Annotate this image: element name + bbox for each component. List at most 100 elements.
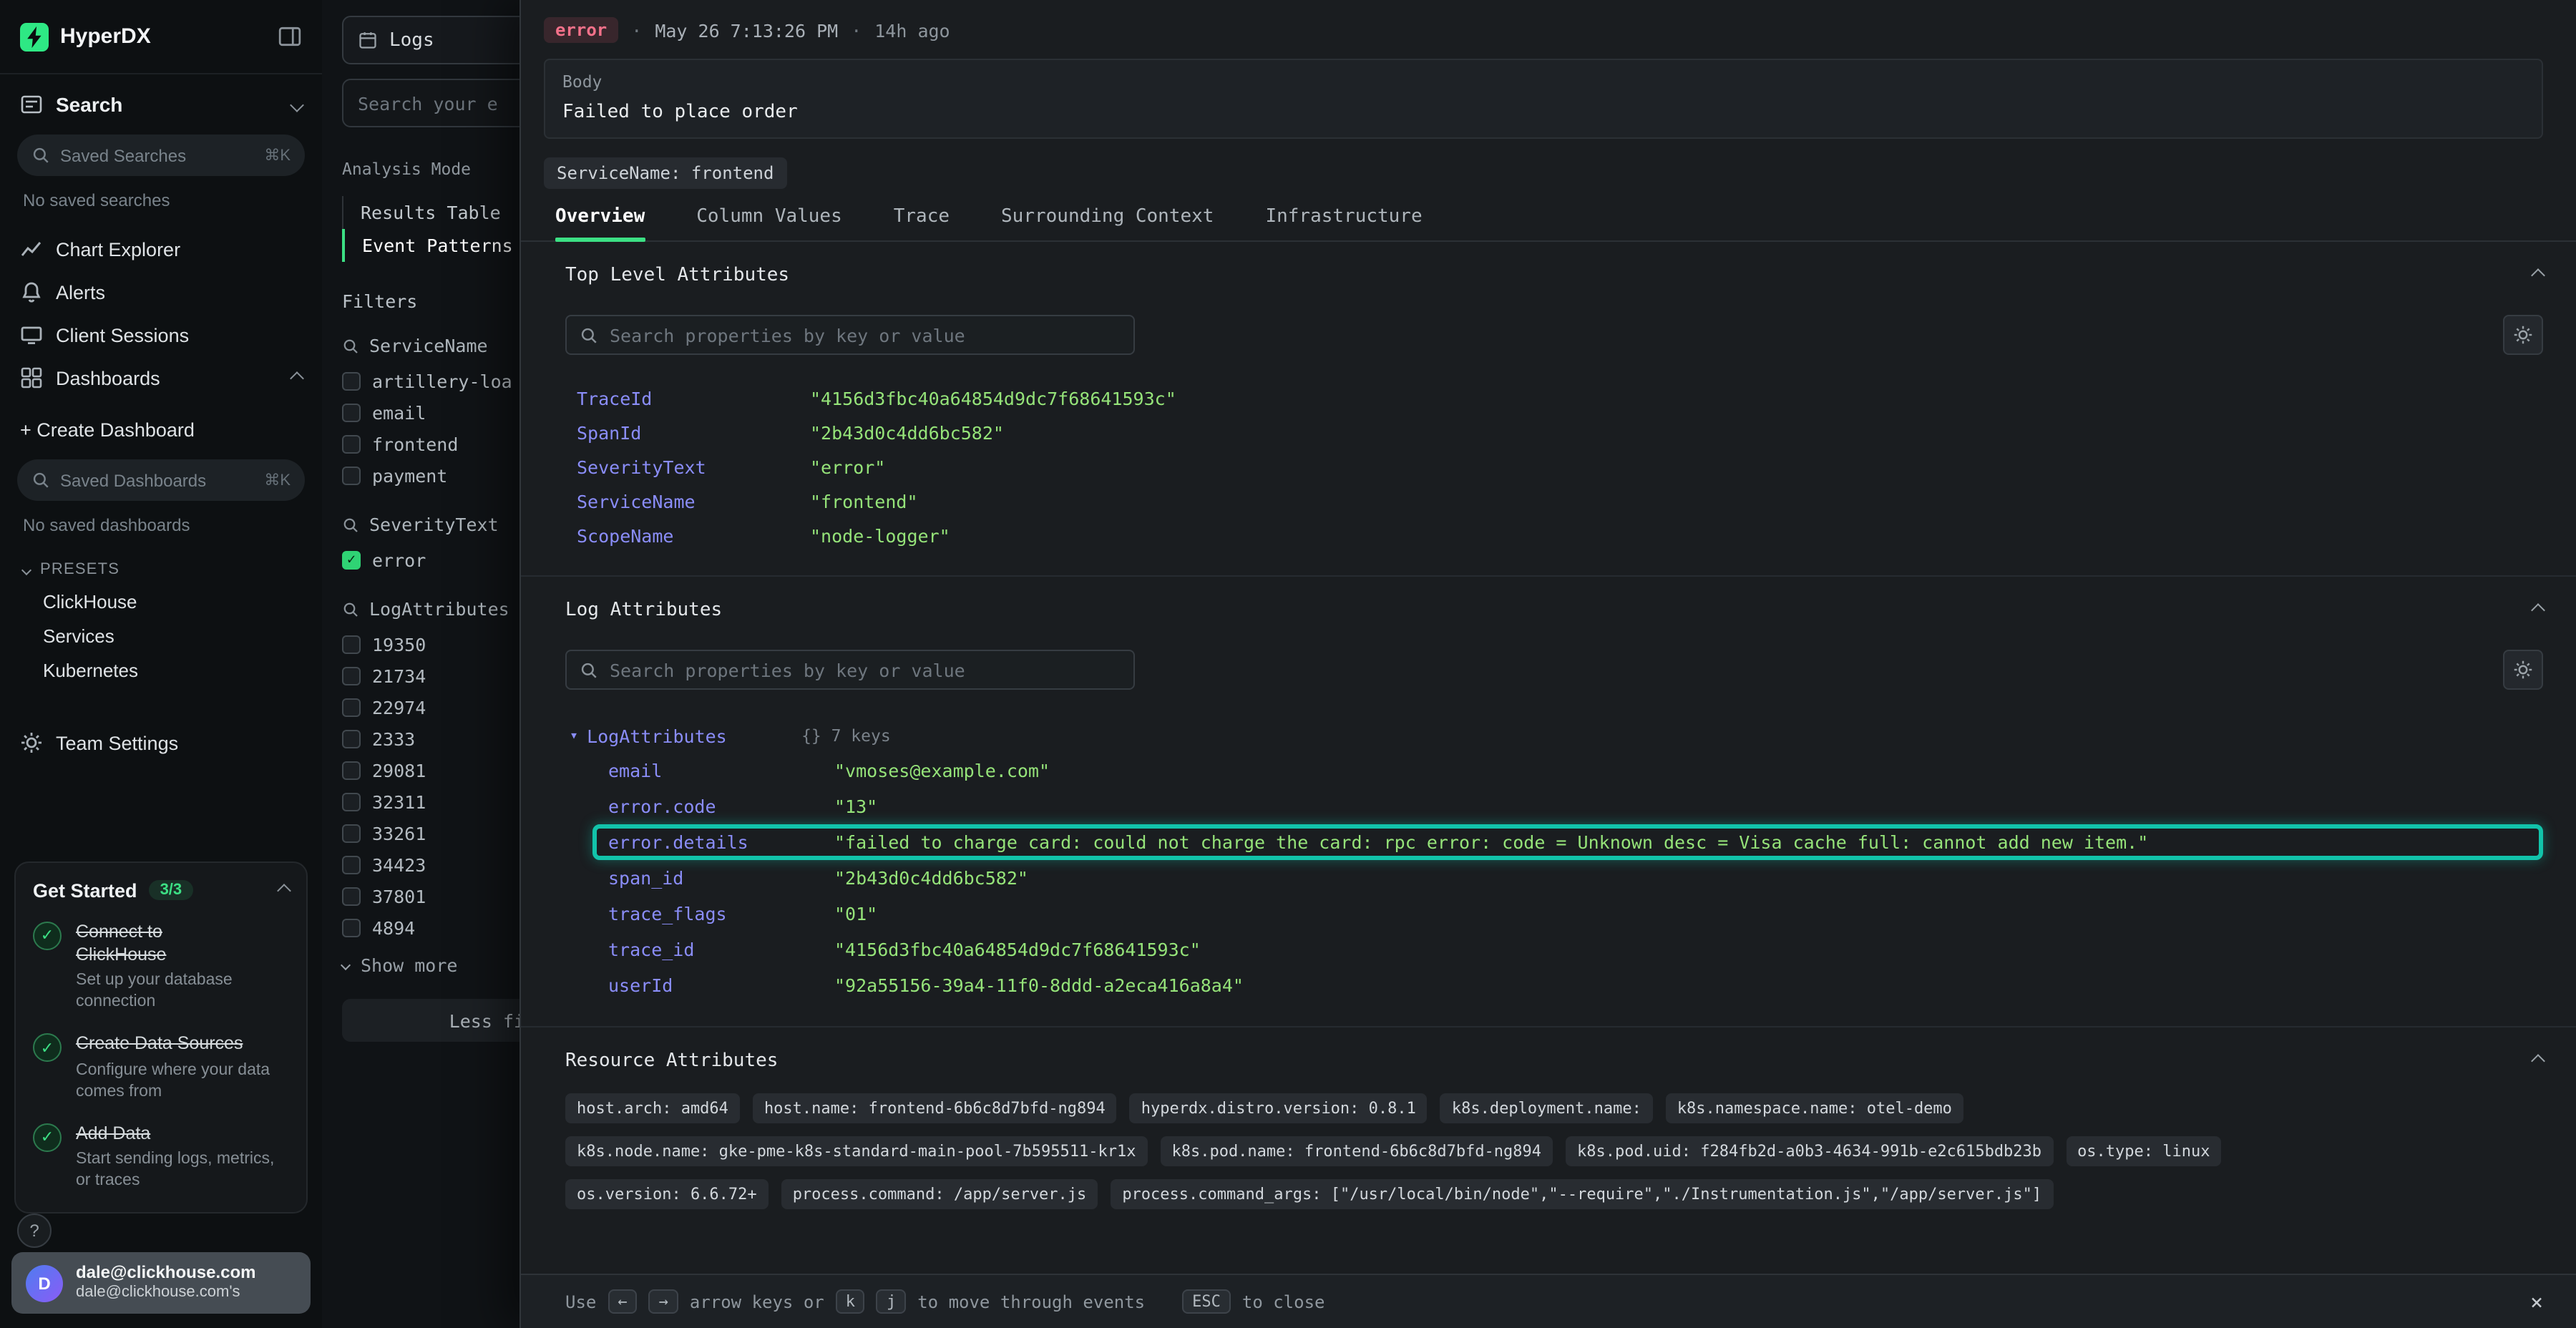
- create-dashboard-button[interactable]: + Create Dashboard: [0, 408, 322, 451]
- gear-icon: [20, 731, 43, 754]
- attribute-value[interactable]: "01": [834, 903, 877, 924]
- attribute-value[interactable]: "frontend": [810, 490, 918, 512]
- attribute-key[interactable]: userId: [608, 975, 834, 996]
- attribute-key[interactable]: ScopeName: [577, 524, 810, 546]
- get-started-item[interactable]: Add Data Start sending logs, metrics, or…: [33, 1123, 289, 1192]
- attribute-key[interactable]: ServiceName: [577, 490, 810, 512]
- attribute-key[interactable]: trace_id: [608, 939, 834, 960]
- get-started-item[interactable]: Connect to ClickHouse Set up your databa…: [33, 922, 289, 1013]
- checkbox[interactable]: [342, 434, 361, 453]
- attribute-value[interactable]: "4156d3fbc40a64854d9dc7f68641593c": [810, 387, 1176, 409]
- sidebar-item-client-sessions[interactable]: Client Sessions: [0, 313, 322, 356]
- attribute-key[interactable]: SpanId: [577, 421, 810, 443]
- resource-attribute-chip[interactable]: os.type: linux: [2066, 1136, 2221, 1166]
- body-text: Failed to place order: [562, 102, 2524, 123]
- resource-attribute-chip[interactable]: host.name: frontend-6b6c8d7bfd-ng894: [753, 1093, 1117, 1123]
- checkbox[interactable]: [342, 729, 361, 748]
- resource-attribute-chip[interactable]: os.version: 6.6.72+: [565, 1179, 769, 1209]
- sidebar-item-team-settings[interactable]: Team Settings: [0, 721, 322, 764]
- checkbox[interactable]: [342, 761, 361, 779]
- tab-surrounding-context[interactable]: Surrounding Context: [1001, 206, 1214, 240]
- attribute-row: ServiceName"frontend": [577, 484, 2543, 518]
- attribute-value[interactable]: "node-logger": [810, 524, 950, 546]
- sidebar-item-chart-explorer[interactable]: Chart Explorer: [0, 228, 322, 270]
- attribute-key[interactable]: error.details: [608, 831, 834, 853]
- checkbox[interactable]: [342, 792, 361, 811]
- resource-attribute-chip[interactable]: host.arch: amd64: [565, 1093, 740, 1123]
- get-started-header[interactable]: Get Started 3/3: [33, 880, 289, 902]
- kbd-esc: ESC: [1182, 1289, 1231, 1314]
- expand-caret-icon[interactable]: ▾: [570, 728, 578, 743]
- section-log-attributes[interactable]: Log Attributes: [565, 577, 2543, 621]
- attribute-key[interactable]: TraceId: [577, 387, 810, 409]
- attribute-value[interactable]: "2b43d0c4dd6bc582": [810, 421, 1004, 443]
- attribute-value[interactable]: "vmoses@example.com": [834, 760, 1050, 781]
- tab-infrastructure[interactable]: Infrastructure: [1265, 206, 1422, 240]
- attribute-key[interactable]: SeverityText: [577, 456, 810, 477]
- resource-attribute-chip[interactable]: process.command_args: ["/usr/local/bin/n…: [1111, 1179, 2053, 1209]
- tab-trace[interactable]: Trace: [894, 206, 950, 240]
- close-icon[interactable]: ×: [2530, 1289, 2543, 1314]
- resource-attribute-chip[interactable]: k8s.pod.uid: f284fb2d-a0b3-4634-991b-e2c…: [1566, 1136, 2053, 1166]
- log-attributes-search-input[interactable]: Search properties by key or value: [565, 650, 1135, 690]
- tab-overview[interactable]: Overview: [555, 206, 645, 240]
- attribute-key[interactable]: email: [608, 760, 834, 781]
- attribute-value[interactable]: "13": [834, 796, 877, 817]
- preset-clickhouse[interactable]: ClickHouse: [0, 584, 322, 618]
- checkbox[interactable]: [342, 466, 361, 484]
- resource-attribute-chip[interactable]: hyperdx.distro.version: 0.8.1: [1130, 1093, 1428, 1123]
- sidebar-section-search[interactable]: Search: [0, 77, 322, 132]
- filter-group-name: ServiceName: [369, 335, 488, 356]
- attribute-key[interactable]: span_id: [608, 867, 834, 889]
- section-resource-attributes[interactable]: Resource Attributes: [565, 1027, 2543, 1072]
- preset-kubernetes[interactable]: Kubernetes: [0, 653, 322, 687]
- section-top-level-attributes[interactable]: Top Level Attributes: [565, 242, 2543, 286]
- tree-root-key[interactable]: LogAttributes: [587, 725, 801, 746]
- checkbox[interactable]: [342, 918, 361, 937]
- checkbox[interactable]: [342, 635, 361, 653]
- saved-dashboards-input[interactable]: Saved Dashboards ⌘K: [17, 459, 305, 501]
- checkbox[interactable]: [342, 403, 361, 421]
- preset-services[interactable]: Services: [0, 618, 322, 653]
- settings-gear-button[interactable]: [2503, 315, 2543, 355]
- top-level-search-input[interactable]: Search properties by key or value: [565, 315, 1135, 355]
- saved-searches-input[interactable]: Saved Searches ⌘K: [17, 135, 305, 176]
- resource-attribute-chip[interactable]: k8s.node.name: gke-pme-k8s-standard-main…: [565, 1136, 1147, 1166]
- help-button[interactable]: ?: [17, 1214, 52, 1248]
- attribute-value[interactable]: "92a55156-39a4-11f0-8ddd-a2eca416a8a4": [834, 975, 1244, 996]
- attribute-value[interactable]: "4156d3fbc40a64854d9dc7f68641593c": [834, 939, 1201, 960]
- settings-gear-button[interactable]: [2503, 650, 2543, 690]
- attribute-value[interactable]: "error": [810, 456, 885, 477]
- nav-label: Dashboards: [56, 367, 160, 389]
- attribute-key[interactable]: error.code: [608, 796, 834, 817]
- attribute-key[interactable]: trace_flags: [608, 903, 834, 924]
- resource-attribute-chip[interactable]: k8s.deployment.name:: [1440, 1093, 1653, 1123]
- presets-toggle[interactable]: PRESETS: [0, 544, 322, 584]
- resource-attribute-chip[interactable]: k8s.pod.name: frontend-6b6c8d7bfd-ng894: [1160, 1136, 1553, 1166]
- service-name-chip[interactable]: ServiceName: frontend: [544, 157, 786, 189]
- checkbox[interactable]: [342, 698, 361, 716]
- filter-option-label: 21734: [372, 665, 426, 686]
- tab-column-values[interactable]: Column Values: [696, 206, 842, 240]
- checkbox[interactable]: [342, 855, 361, 874]
- footer-text: Use: [565, 1292, 596, 1312]
- sidebar-item-alerts[interactable]: Alerts: [0, 270, 322, 313]
- user-org: dale@clickhouse.com's: [76, 1284, 256, 1304]
- attribute-value[interactable]: "2b43d0c4dd6bc582": [834, 867, 1028, 889]
- resource-attribute-chip[interactable]: process.command: /app/server.js: [781, 1179, 1098, 1209]
- attribute-value[interactable]: "failed to charge card: could not charge…: [834, 831, 2148, 853]
- get-started-item-subtitle: Start sending logs, metrics, or traces: [76, 1149, 279, 1192]
- collapse-sidebar-icon[interactable]: [278, 24, 302, 49]
- resource-attribute-chip[interactable]: k8s.namespace.name: otel-demo: [1666, 1093, 1963, 1123]
- filter-option-label: 2333: [372, 728, 415, 749]
- event-header: error · May 26 7:13:26 PM · 14h ago Body…: [521, 0, 2576, 189]
- checkbox-checked[interactable]: [342, 550, 361, 569]
- user-menu[interactable]: D dale@clickhouse.com dale@clickhouse.co…: [11, 1253, 311, 1314]
- checkbox[interactable]: [342, 887, 361, 905]
- checkbox[interactable]: [342, 666, 361, 685]
- tree-root[interactable]: ▾ LogAttributes {} 7 keys: [570, 718, 2543, 753]
- checkbox[interactable]: [342, 824, 361, 842]
- get-started-item[interactable]: Create Data Sources Configure where your…: [33, 1033, 289, 1103]
- sidebar-item-dashboards[interactable]: Dashboards: [0, 356, 322, 399]
- checkbox[interactable]: [342, 371, 361, 390]
